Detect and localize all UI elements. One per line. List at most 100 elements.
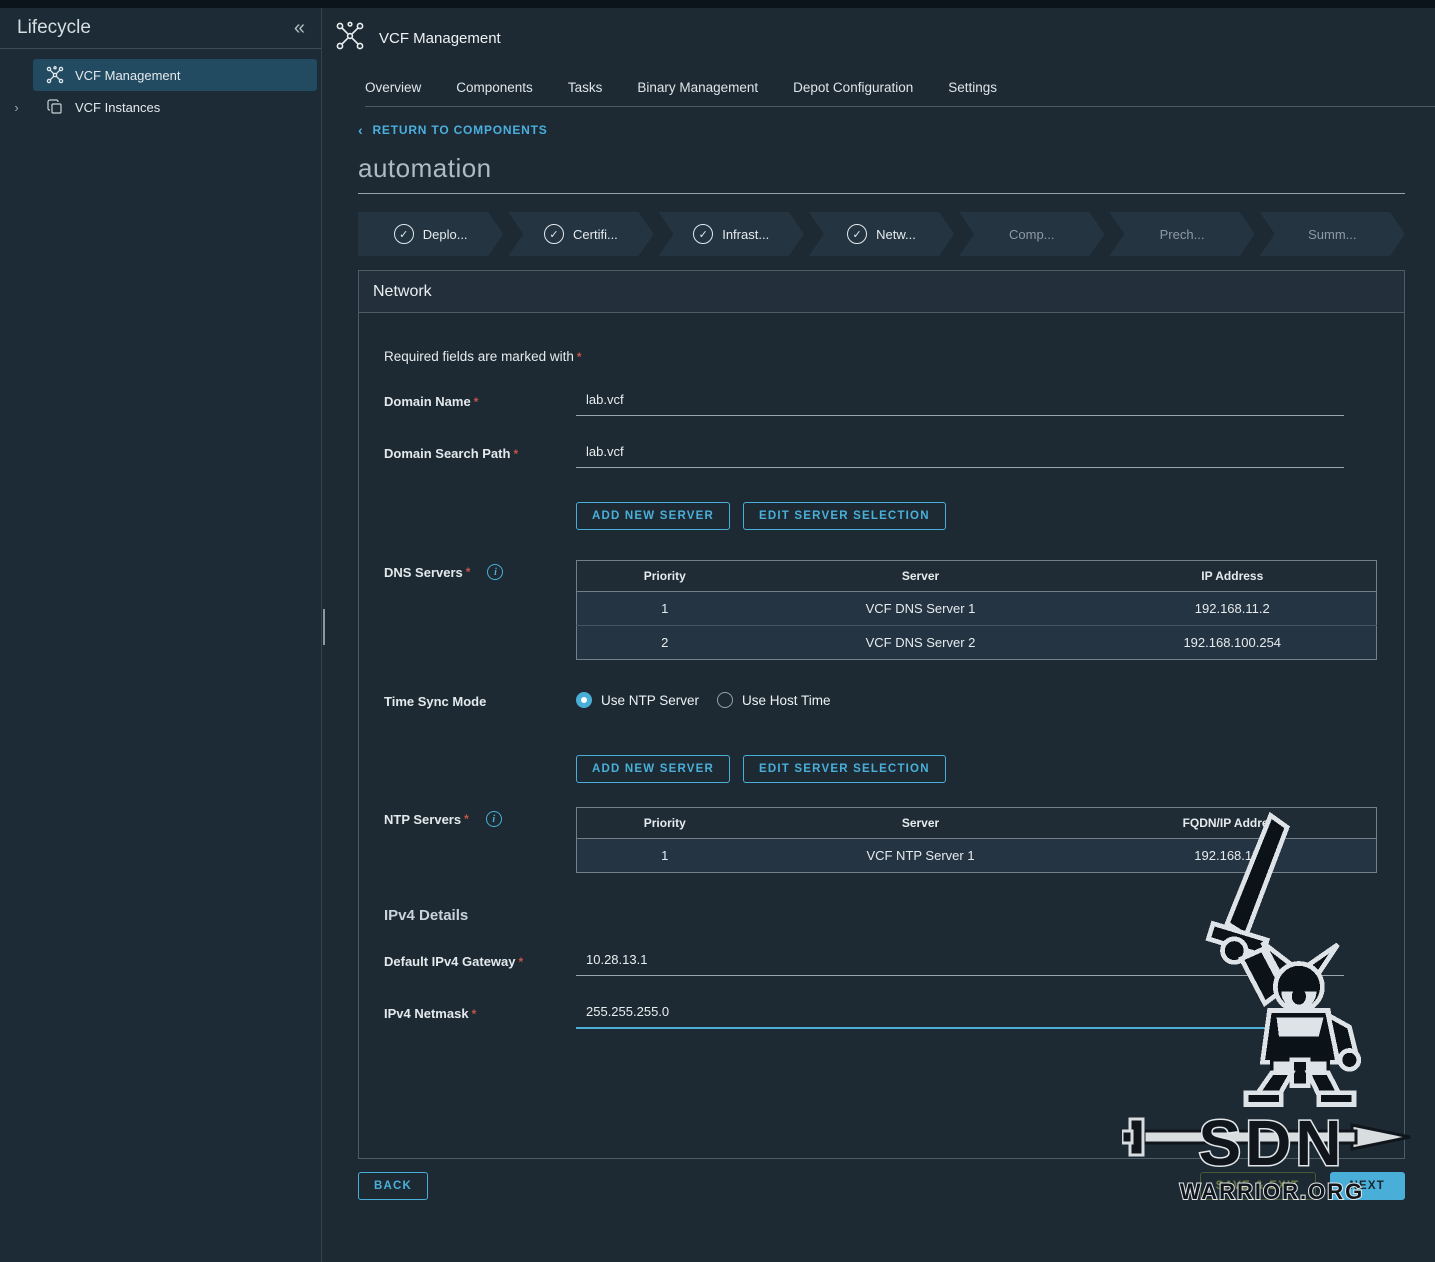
window-top-strip bbox=[0, 0, 1435, 8]
cell-server: VCF NTP Server 1 bbox=[753, 839, 1089, 873]
dns-actions: ADD NEW SERVER EDIT SERVER SELECTION bbox=[576, 502, 1404, 530]
sidebar-item-vcf-instances[interactable]: VCF Instances bbox=[33, 91, 317, 123]
cell-priority: 1 bbox=[577, 839, 753, 873]
step-deployment[interactable]: ✓ Deplo... bbox=[358, 212, 503, 256]
add-new-server-button[interactable]: ADD NEW SERVER bbox=[576, 755, 730, 783]
sidebar-item-label: VCF Instances bbox=[75, 100, 160, 115]
main-area: VCF Management Overview Components Tasks… bbox=[323, 8, 1435, 1262]
cell-priority: 2 bbox=[577, 626, 753, 660]
field-label: NTP Servers* i bbox=[384, 807, 576, 827]
tab-bar: Overview Components Tasks Binary Managem… bbox=[365, 80, 1435, 107]
sidebar: Lifecycle « VCF Management › bbox=[0, 8, 322, 1262]
table-row: 1 VCF NTP Server 1 192.168.12.1 bbox=[577, 839, 1377, 873]
info-icon[interactable]: i bbox=[487, 564, 503, 580]
check-circle-icon: ✓ bbox=[847, 224, 867, 244]
check-circle-icon: ✓ bbox=[544, 224, 564, 244]
step-summary[interactable]: Summ... bbox=[1260, 212, 1405, 256]
step-label: Comp... bbox=[1009, 227, 1055, 242]
tab-binary-management[interactable]: Binary Management bbox=[637, 80, 758, 95]
required-note: Required fields are marked with* bbox=[384, 349, 1404, 364]
required-asterisk: * bbox=[577, 350, 582, 364]
tab-depot-configuration[interactable]: Depot Configuration bbox=[793, 80, 913, 95]
domain-search-path-row: Domain Search Path* bbox=[384, 442, 1404, 468]
ipv4-details-heading: IPv4 Details bbox=[384, 907, 1404, 924]
column-header: IP Address bbox=[1089, 561, 1377, 592]
step-infrastructure[interactable]: ✓ Infrast... bbox=[659, 212, 804, 256]
cell-server: VCF DNS Server 2 bbox=[753, 626, 1089, 660]
ipv4-netmask-input[interactable] bbox=[576, 1002, 1344, 1029]
edit-server-selection-button[interactable]: EDIT SERVER SELECTION bbox=[743, 502, 946, 530]
back-chevron-icon: ‹ bbox=[358, 122, 363, 138]
cell-ip: 192.168.11.2 bbox=[1089, 592, 1377, 626]
molecule-icon bbox=[46, 66, 64, 84]
table-row: 2 VCF DNS Server 2 192.168.100.254 bbox=[577, 626, 1377, 660]
tab-overview[interactable]: Overview bbox=[365, 80, 421, 95]
panel-body: Required fields are marked with* Domain … bbox=[359, 313, 1404, 1158]
step-certificates[interactable]: ✓ Certifi... bbox=[508, 212, 653, 256]
back-button[interactable]: BACK bbox=[358, 1172, 428, 1200]
radio-label: Use NTP Server bbox=[601, 693, 699, 708]
network-panel: Network Required fields are marked with*… bbox=[358, 270, 1405, 1159]
time-sync-options: Use NTP Server Use Host Time bbox=[576, 690, 831, 708]
sidebar-nav: VCF Management › VCF Instances bbox=[0, 59, 321, 123]
cell-ip: 192.168.100.254 bbox=[1089, 626, 1377, 660]
radio-use-ntp-server[interactable]: Use NTP Server bbox=[576, 692, 699, 708]
add-new-server-button[interactable]: ADD NEW SERVER bbox=[576, 502, 730, 530]
table-row: 1 VCF DNS Server 1 192.168.11.2 bbox=[577, 592, 1377, 626]
column-header: FQDN/IP Address bbox=[1089, 808, 1377, 839]
tab-components[interactable]: Components bbox=[456, 80, 533, 95]
ntp-actions: ADD NEW SERVER EDIT SERVER SELECTION bbox=[576, 755, 1404, 783]
wizard-content: ‹ RETURN TO COMPONENTS automation ✓ Depl… bbox=[323, 122, 1435, 1200]
step-prechecks[interactable]: Prech... bbox=[1109, 212, 1254, 256]
domain-name-row: Domain Name* bbox=[384, 390, 1404, 416]
sidebar-title: Lifecycle bbox=[17, 17, 91, 39]
tab-settings[interactable]: Settings bbox=[948, 80, 997, 95]
next-button[interactable]: NEXT bbox=[1330, 1172, 1405, 1200]
step-label: Deplo... bbox=[423, 227, 468, 242]
page-title: automation bbox=[358, 153, 1405, 194]
info-icon[interactable]: i bbox=[486, 811, 502, 827]
column-header: Server bbox=[753, 808, 1089, 839]
app-title: VCF Management bbox=[379, 30, 501, 47]
column-header: Priority bbox=[577, 561, 753, 592]
step-label: Certifi... bbox=[573, 227, 618, 242]
sidebar-item-vcf-management[interactable]: VCF Management bbox=[33, 59, 317, 91]
radio-label: Use Host Time bbox=[742, 693, 831, 708]
app-header: VCF Management bbox=[323, 8, 1435, 56]
cell-priority: 1 bbox=[577, 592, 753, 626]
domain-search-path-input[interactable] bbox=[576, 442, 1344, 468]
save-and-exit-button[interactable]: SAVE & EXIT bbox=[1200, 1172, 1316, 1200]
edit-server-selection-button[interactable]: EDIT SERVER SELECTION bbox=[743, 755, 946, 783]
field-label: Default IPv4 Gateway* bbox=[384, 950, 576, 969]
wizard-footer: BACK SAVE & EXIT NEXT bbox=[358, 1172, 1405, 1200]
field-label: Time Sync Mode bbox=[384, 690, 576, 709]
field-label: IPv4 Netmask* bbox=[384, 1002, 576, 1021]
collapse-sidebar-icon[interactable]: « bbox=[294, 18, 305, 38]
cell-server: VCF DNS Server 1 bbox=[753, 592, 1089, 626]
radio-unselected-icon bbox=[717, 692, 733, 708]
dns-servers-row: DNS Servers* i Priority Server IP Addres… bbox=[384, 560, 1404, 660]
wizard-stepper: ✓ Deplo... ✓ Certifi... ✓ Infrast... ✓ N… bbox=[358, 212, 1405, 256]
step-label: Prech... bbox=[1160, 227, 1205, 242]
cell-fqdn: 192.168.12.1 bbox=[1089, 839, 1377, 873]
return-link-label: RETURN TO COMPONENTS bbox=[372, 123, 547, 137]
dns-servers-table: Priority Server IP Address 1 VCF DNS Ser… bbox=[576, 560, 1377, 660]
radio-selected-icon bbox=[576, 692, 592, 708]
domain-name-input[interactable] bbox=[576, 390, 1344, 416]
expand-chevron-icon[interactable]: › bbox=[0, 100, 33, 115]
return-to-components-link[interactable]: ‹ RETURN TO COMPONENTS bbox=[358, 122, 1405, 138]
default-ipv4-gateway-input[interactable] bbox=[576, 950, 1344, 976]
ntp-servers-table: Priority Server FQDN/IP Address 1 VCF NT… bbox=[576, 807, 1377, 873]
field-label: DNS Servers* i bbox=[384, 560, 576, 580]
step-components[interactable]: Comp... bbox=[959, 212, 1104, 256]
ntp-servers-row: NTP Servers* i Priority Server FQDN/IP A… bbox=[384, 807, 1404, 873]
radio-use-host-time[interactable]: Use Host Time bbox=[717, 692, 831, 708]
step-label: Netw... bbox=[876, 227, 916, 242]
tab-tasks[interactable]: Tasks bbox=[568, 80, 603, 95]
vcf-management-icon bbox=[335, 21, 365, 56]
netmask-row: IPv4 Netmask* bbox=[384, 1002, 1404, 1029]
step-network[interactable]: ✓ Netw... bbox=[809, 212, 954, 256]
panel-title: Network bbox=[359, 271, 1404, 313]
field-label: Domain Search Path* bbox=[384, 442, 576, 461]
sidebar-item-label: VCF Management bbox=[75, 68, 181, 83]
